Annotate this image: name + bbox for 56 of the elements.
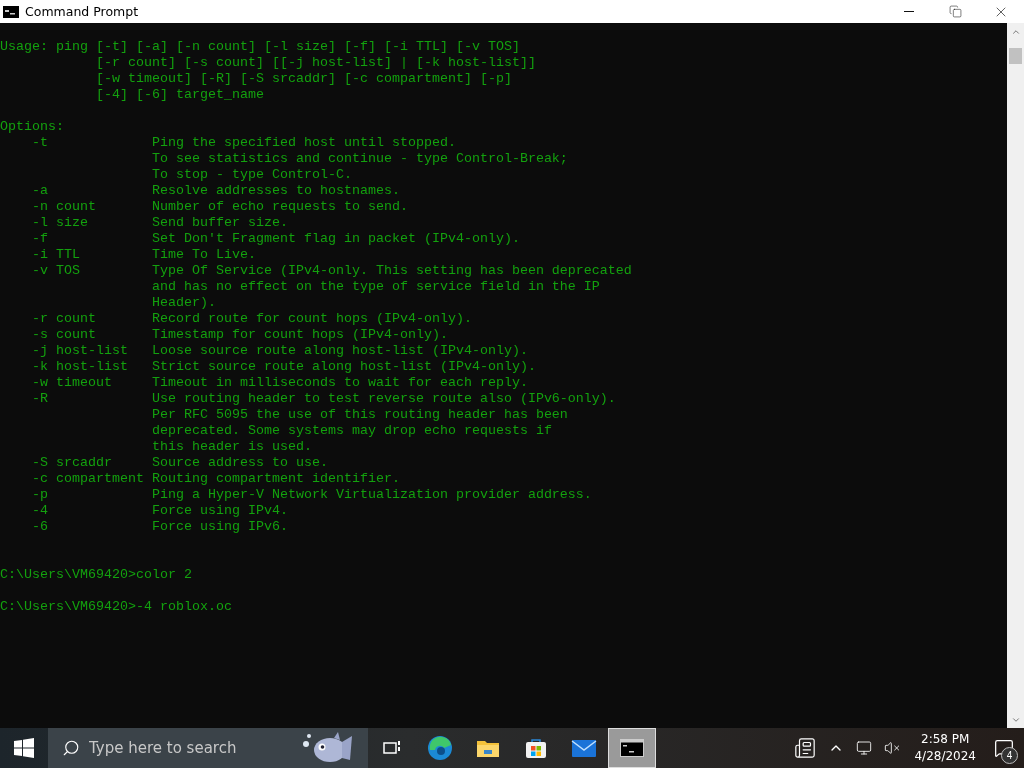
output-line: Usage: ping [-t] [-a] [-n count] [-l size] [-f] [-i TTL] [-v TOS] — [0, 39, 521, 55]
console-app-icon — [3, 5, 19, 18]
output-line: and has no effect on the type of service field in the IP — [150, 279, 601, 295]
output-line: deprecated. Some systems may drop echo requests if — [150, 423, 553, 439]
output-line: this header is used. — [150, 439, 313, 455]
notifications-button[interactable]: 4 — [984, 728, 1024, 768]
task-view-icon — [383, 740, 401, 756]
output-line: -i TTL Time To Live. — [31, 247, 257, 263]
network-icon — [856, 740, 873, 756]
output-line: -t Ping the specified host until stopped. — [31, 135, 457, 151]
output-line: -w timeout Timeout in milliseconds to wait for each reply. — [31, 375, 529, 391]
output-line: -s count Timestamp for count hops (IPv4-only). — [31, 327, 449, 343]
output-line: [-4] [-6] target_name — [94, 87, 265, 103]
browser-icon — [427, 735, 453, 761]
output-line: -S srcaddr Source address to use. — [31, 455, 329, 471]
output-line: To see statistics and continue - type Control-Break; — [150, 151, 569, 167]
output-line: [-w timeout] [-R] [-S srcaddr] [-c compartment] [-p] — [94, 71, 513, 87]
windows-logo-icon — [14, 738, 34, 758]
output-line: -f Set Don't Fragment flag in packet (IPv4-only). — [31, 231, 521, 247]
search-icon — [62, 739, 80, 757]
scroll-thumb[interactable] — [1009, 48, 1022, 64]
scrollbar[interactable] — [1007, 23, 1024, 728]
output-line: -n count Number of echo requests to send. — [31, 199, 409, 215]
output-line: -r count Record route for count hops (IPv4-only). — [31, 311, 473, 327]
output-line: Options: — [0, 119, 65, 135]
search-input[interactable]: Type here to search — [89, 739, 289, 757]
mail-icon — [571, 738, 597, 758]
output-line: Per RFC 5095 the use of this routing header has been — [150, 407, 569, 423]
output-line: -v TOS Type Of Service (IPv4-only. This setting has been deprecated — [31, 263, 633, 279]
output-line: [-r count] [-s count] [[-j host-list] | [-k host-list]] — [94, 55, 537, 71]
clock[interactable]: 2:58 PM 4/28/2024 — [906, 728, 984, 768]
notification-count: 4 — [1001, 747, 1018, 764]
news-icon — [794, 737, 817, 759]
search-bar[interactable]: Type here to search — [48, 728, 368, 768]
taskbar-app-button[interactable] — [608, 728, 656, 768]
output-line: -a Resolve addresses to hostnames. — [31, 183, 401, 199]
output-line: -p Ping a Hyper-V Network Virtualization provider address. — [31, 487, 593, 503]
window-title: Command Prompt — [25, 4, 140, 19]
output-line: -4 Force using IPv4. — [31, 503, 289, 519]
output-line: -6 Force using IPv6. — [31, 519, 289, 535]
output-line: To stop - type Control-C. — [150, 167, 353, 183]
restore-icon — [948, 5, 962, 18]
output-line: -k host-list Strict source route along host-list (IPv4-only). — [31, 359, 537, 375]
volume-muted-icon — [884, 740, 901, 756]
output-line: Header). — [150, 295, 217, 311]
command-line: C:\Users\VM69420>-4 roblox.oc — [0, 599, 233, 615]
store-icon — [525, 737, 547, 759]
output-line: -j host-list Loose source route along host-list (IPv4-only). — [31, 343, 529, 359]
command-line: C:\Users\VM69420>color 2 — [0, 567, 193, 583]
notifications-icon — [994, 738, 1014, 758]
terminal-icon — [620, 739, 644, 757]
folder-icon — [476, 738, 500, 758]
output-line: -l size Send buffer size. — [31, 215, 289, 231]
output-line: -R Use routing header to test reverse route also (IPv6-only). — [31, 391, 617, 407]
minimize-icon — [904, 11, 914, 12]
output-line: -c compartment Routing compartment identifier. — [31, 471, 401, 487]
